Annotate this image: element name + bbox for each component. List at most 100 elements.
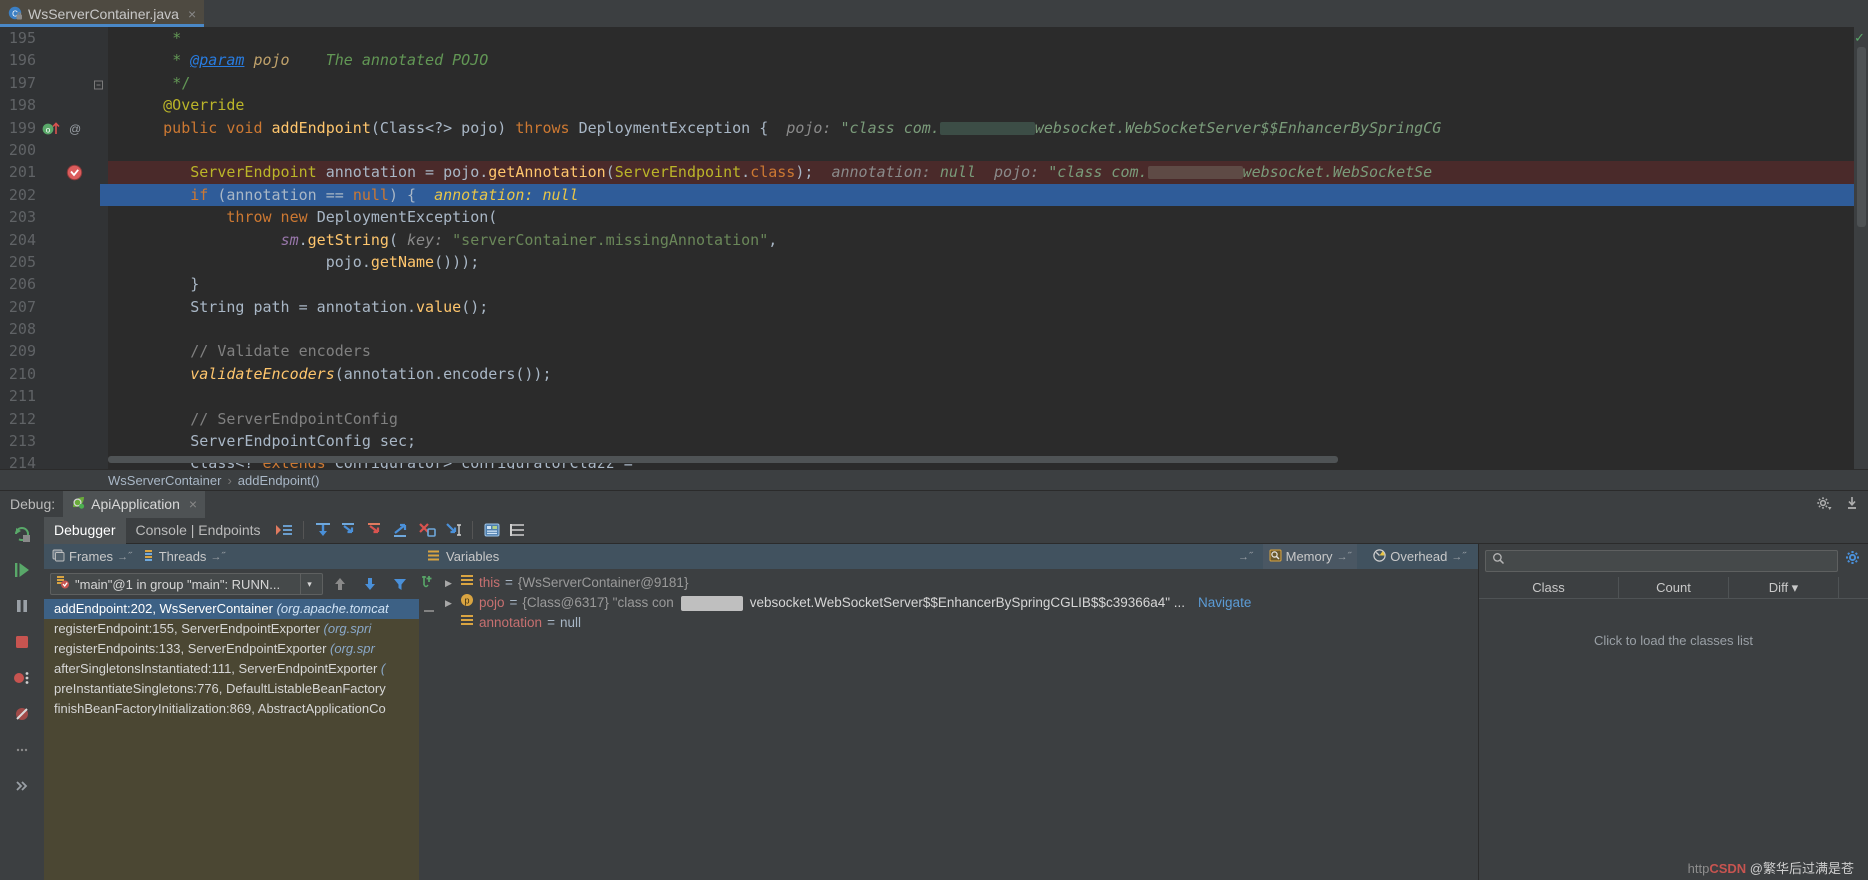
- gear-icon[interactable]: [1816, 495, 1832, 514]
- code-line-197[interactable]: */: [108, 72, 1868, 94]
- settings-icon[interactable]: [11, 739, 33, 761]
- step-out-icon[interactable]: [388, 519, 414, 541]
- gutter-line-206[interactable]: 206: [0, 273, 108, 295]
- gutter-line-214[interactable]: 214: [0, 452, 108, 469]
- frame-row[interactable]: afterSingletonsInstantiated:111, ServerE…: [44, 659, 419, 679]
- hide-panel-icon[interactable]: [1844, 495, 1860, 514]
- rerun-icon[interactable]: [11, 523, 33, 545]
- code-line-213[interactable]: ServerEndpointConfig sec;: [108, 430, 1868, 452]
- gutter-line-211[interactable]: 211: [0, 385, 108, 407]
- code-line-209[interactable]: // Validate encoders: [108, 340, 1868, 362]
- close-icon[interactable]: ×: [189, 496, 197, 512]
- run-to-cursor-icon[interactable]: [440, 519, 466, 541]
- layout-settings-icon[interactable]: [505, 519, 531, 541]
- memory-column-headers[interactable]: Class Count Diff ▾: [1479, 576, 1868, 599]
- gutter-line-198[interactable]: 198: [0, 94, 108, 116]
- gutter-line-203[interactable]: 203: [0, 206, 108, 228]
- show-execution-point-icon[interactable]: [271, 519, 297, 541]
- variable-row[interactable]: annotation = null: [439, 613, 1478, 633]
- inspection-ok-icon[interactable]: ✓: [1854, 30, 1865, 46]
- chevrons-expand-icon[interactable]: [11, 775, 33, 797]
- code-line-208[interactable]: [108, 318, 1868, 340]
- pin-icon[interactable]: →˝: [117, 551, 132, 563]
- code-editor[interactable]: 195 196 197 198 199 o @200 201 202 203 204 205 206 20…: [0, 27, 1868, 469]
- tab-console-endpoints[interactable]: Console | Endpoints: [126, 517, 271, 544]
- gutter-line-207[interactable]: 207: [0, 296, 108, 318]
- pin-icon[interactable]: →˝: [210, 551, 225, 563]
- gutter-line-205[interactable]: 205: [0, 251, 108, 273]
- code-line-210[interactable]: validateEncoders(annotation.encoders());: [108, 363, 1868, 385]
- code-line-207[interactable]: String path = annotation.value();: [108, 296, 1868, 318]
- gutter-line-204[interactable]: 204: [0, 229, 108, 251]
- gutter-line-213[interactable]: 213: [0, 430, 108, 452]
- memory-settings-gear-icon[interactable]: [1844, 549, 1862, 572]
- navigate-link[interactable]: Navigate: [1198, 593, 1251, 613]
- tab-debugger[interactable]: Debugger: [44, 516, 126, 544]
- code-line-206[interactable]: }: [108, 273, 1868, 295]
- editor-hscroll-thumb[interactable]: [108, 456, 1338, 463]
- move-up-icon[interactable]: [327, 573, 353, 595]
- frame-row[interactable]: addEndpoint:202, WsServerContainer (org.…: [44, 599, 419, 619]
- code-line-212[interactable]: // ServerEndpointConfig: [108, 408, 1868, 430]
- drop-frame-icon[interactable]: [414, 519, 440, 541]
- move-down-icon[interactable]: [357, 573, 383, 595]
- thread-selector[interactable]: "main"@1 in group "main": RUNN... ▾: [50, 573, 323, 595]
- memory-search-input[interactable]: [1485, 549, 1838, 572]
- code-line-204[interactable]: sm.getString( key: "serverContainer.miss…: [108, 229, 1868, 251]
- memory-column-class[interactable]: Class: [1479, 576, 1619, 599]
- expand-triangle-icon[interactable]: ▶: [445, 593, 455, 613]
- code-line-202[interactable]: if (annotation == null) { annotation: nu…: [108, 183, 1868, 207]
- pin-icon[interactable]: →˝: [1337, 551, 1352, 563]
- frames-list[interactable]: addEndpoint:202, WsServerContainer (org.…: [44, 599, 419, 880]
- code-line-200[interactable]: [108, 139, 1868, 161]
- force-step-into-icon[interactable]: [362, 519, 388, 541]
- expand-triangle-icon[interactable]: ▶: [445, 573, 455, 593]
- pin-icon[interactable]: →˝: [1451, 551, 1466, 563]
- code-line-199[interactable]: public void addEndpoint(Class<?> pojo) t…: [108, 117, 1868, 139]
- step-over-icon[interactable]: [310, 519, 336, 541]
- editor-tab-wsservercontainer[interactable]: C WsServerContainer.java ×: [0, 0, 205, 27]
- close-icon[interactable]: ×: [188, 6, 196, 22]
- gutter-line-196[interactable]: 196: [0, 49, 108, 71]
- code-line-201[interactable]: ServerEndpoint annotation = pojo.getAnno…: [108, 161, 1868, 184]
- tab-memory[interactable]: Memory →˝: [1262, 544, 1358, 569]
- collapse-pin-icon[interactable]: →˝: [1238, 551, 1253, 563]
- evaluate-expression-icon[interactable]: [479, 519, 505, 541]
- variable-row[interactable]: ▶ this = {WsServerContainer@9181}: [439, 573, 1478, 593]
- pause-program-icon[interactable]: [11, 595, 33, 617]
- gutter-line-208[interactable]: 208: [0, 318, 108, 340]
- editor-code-area[interactable]: * * @param pojo The annotated POJO */ @O…: [108, 27, 1868, 469]
- frame-row[interactable]: finishBeanFactoryInitialization:869, Abs…: [44, 699, 419, 719]
- editor-horizontal-scrollbar[interactable]: [108, 456, 1854, 463]
- code-line-196[interactable]: * @param pojo The annotated POJO: [108, 49, 1868, 71]
- tab-overhead[interactable]: Overhead →˝: [1367, 544, 1472, 569]
- memory-column-diff[interactable]: Diff ▾: [1729, 576, 1839, 599]
- memory-empty-message[interactable]: Click to load the classes list: [1479, 633, 1868, 648]
- code-line-198[interactable]: @Override: [108, 94, 1868, 116]
- editor-right-gutter[interactable]: ✓: [1854, 27, 1868, 469]
- threads-tab[interactable]: Threads →˝: [142, 549, 225, 565]
- code-line-211[interactable]: [108, 385, 1868, 407]
- code-line-203[interactable]: throw new DeploymentException(: [108, 206, 1868, 228]
- code-line-205[interactable]: pojo.getName()));: [108, 251, 1868, 273]
- resume-program-icon[interactable]: [11, 559, 33, 581]
- breadcrumb[interactable]: WsServerContainer › addEndpoint(): [0, 469, 1868, 490]
- gutter-line-212[interactable]: 212: [0, 408, 108, 430]
- frame-row[interactable]: registerEndpoint:155, ServerEndpointExpo…: [44, 619, 419, 639]
- new-watch-icon[interactable]: [421, 573, 437, 594]
- gutter-line-197[interactable]: 197: [0, 72, 108, 94]
- memory-column-count[interactable]: Count: [1619, 576, 1729, 599]
- step-into-icon[interactable]: [336, 519, 362, 541]
- chevron-down-icon[interactable]: ▾: [300, 574, 318, 594]
- gutter-line-210[interactable]: 210: [0, 363, 108, 385]
- gutter-line-200[interactable]: 200: [0, 139, 108, 161]
- view-breakpoints-icon[interactable]: [11, 667, 33, 689]
- frame-row[interactable]: registerEndpoints:133, ServerEndpointExp…: [44, 639, 419, 659]
- gutter-line-195[interactable]: 195: [0, 27, 108, 49]
- minus-icon[interactable]: [421, 603, 437, 624]
- gutter-line-201[interactable]: 201: [0, 161, 108, 183]
- stop-icon[interactable]: [11, 631, 33, 653]
- debug-session-tab[interactable]: ApiApplication ×: [63, 490, 206, 518]
- gutter-line-202[interactable]: 202: [0, 183, 108, 207]
- variables-list[interactable]: ▶ this = {WsServerContainer@9181} ▶ p pojo =…: [439, 569, 1478, 880]
